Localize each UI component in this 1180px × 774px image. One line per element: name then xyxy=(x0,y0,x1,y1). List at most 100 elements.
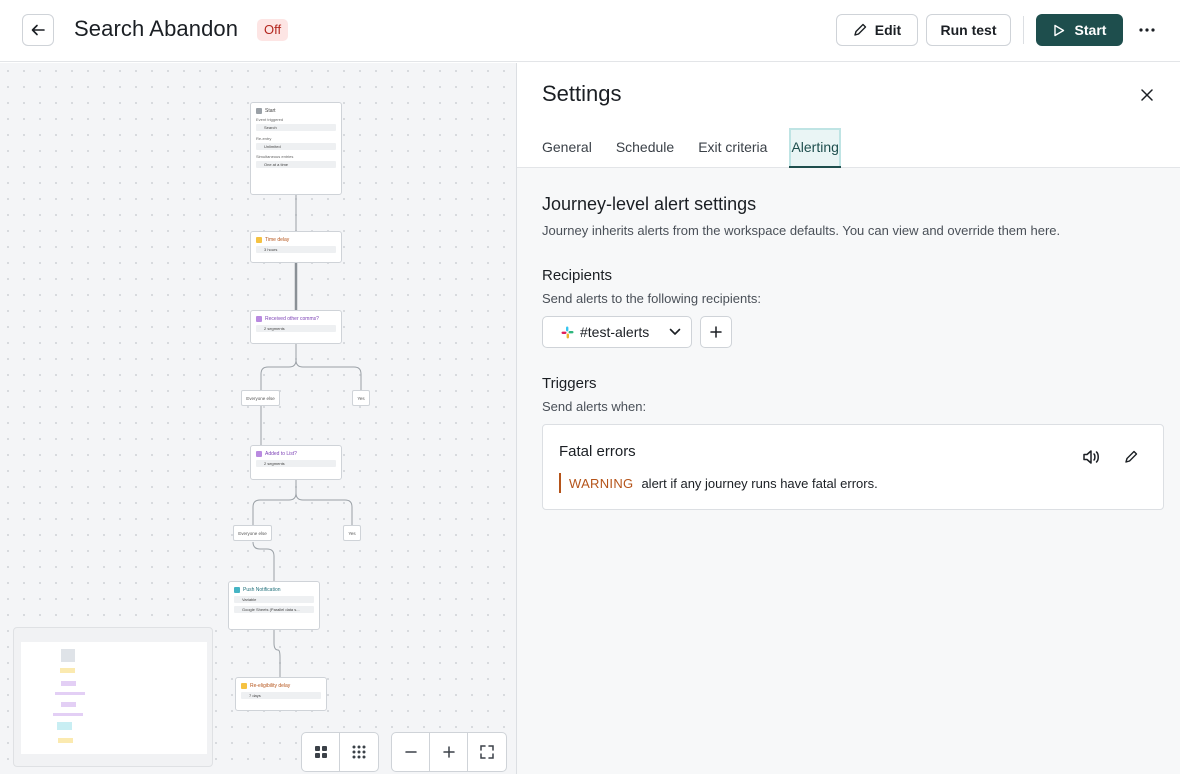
fit-view-button[interactable] xyxy=(468,733,506,771)
zoom-in-button[interactable] xyxy=(430,733,468,771)
reeligibility-node[interactable]: Re-eligibility delay 7 days xyxy=(235,677,327,711)
minimap-block xyxy=(57,722,72,730)
journey-canvas[interactable]: Start Event triggered Search Re-entry Un… xyxy=(0,63,516,774)
simul-value: One at a time xyxy=(256,161,336,168)
recipients-desc: Send alerts to the following recipients: xyxy=(542,291,761,306)
received-comms-node[interactable]: Received other comms? 2 segments xyxy=(250,310,342,344)
run-test-button[interactable]: Run test xyxy=(926,14,1011,46)
reentry-label: Re-entry xyxy=(256,136,272,141)
tab-exit-criteria[interactable]: Exit criteria xyxy=(698,128,767,168)
reentry-value: Unlimited xyxy=(256,143,336,150)
back-button[interactable] xyxy=(22,14,54,46)
start-icon xyxy=(256,108,262,114)
pencil-icon xyxy=(854,23,866,36)
tab-schedule[interactable]: Schedule xyxy=(616,128,674,168)
plus-icon xyxy=(442,746,455,758)
edit-button[interactable]: Edit xyxy=(836,14,918,46)
arrow-left-icon xyxy=(31,24,45,36)
reelig-title: Re-eligibility delay xyxy=(250,683,291,689)
dots-grid-icon xyxy=(352,745,366,759)
branch-yes-2[interactable]: Yes xyxy=(343,525,361,541)
trigger-text: alert if any journey runs have fatal err… xyxy=(641,475,878,491)
push-icon xyxy=(234,587,240,593)
notification-sound-button[interactable] xyxy=(1081,447,1101,467)
start-node[interactable]: Start Event triggered Search Re-entry Un… xyxy=(250,102,342,195)
received-value: 2 segments xyxy=(256,325,336,332)
page-title: Search Abandon xyxy=(74,16,239,41)
push-title: Push Notification xyxy=(243,587,281,593)
zoom-out-button[interactable] xyxy=(392,733,430,771)
alert-settings-desc: Journey inherits alerts from the workspa… xyxy=(542,223,1061,238)
triggers-title: Triggers xyxy=(542,375,597,392)
time-delay-node[interactable]: Time delay 3 hours xyxy=(250,231,342,263)
tab-alerting[interactable]: Alerting xyxy=(789,128,842,168)
start-node-title: Start xyxy=(265,108,276,114)
recipient-select[interactable]: #test-alerts xyxy=(542,316,692,348)
received-title: Received other comms? xyxy=(265,316,319,322)
clock-icon xyxy=(241,683,247,689)
close-icon xyxy=(1141,89,1153,101)
time-delay-title: Time delay xyxy=(265,237,290,243)
added-list-value: 2 segments xyxy=(256,460,336,467)
branch-everyone-else-1[interactable]: Everyone else xyxy=(241,390,280,406)
alert-settings-title: Journey-level alert settings xyxy=(542,194,757,214)
header-divider xyxy=(1023,16,1024,44)
reelig-value: 7 days xyxy=(241,692,321,699)
more-horizontal-icon xyxy=(1139,28,1155,32)
added-list-title: Added to List? xyxy=(265,451,297,457)
simul-label: Simultaneous entries xyxy=(256,154,294,159)
edit-trigger-button[interactable] xyxy=(1121,447,1141,467)
volume-icon xyxy=(1083,450,1099,464)
fullscreen-icon xyxy=(480,745,494,759)
branch-yes-1[interactable]: Yes xyxy=(352,390,370,406)
play-icon xyxy=(1053,24,1064,36)
grid-view-button[interactable] xyxy=(302,733,340,771)
minimap-block xyxy=(61,681,76,686)
minimap-viewport xyxy=(21,642,207,754)
trigger-title: Fatal errors xyxy=(559,443,636,460)
minimap-block xyxy=(58,738,73,743)
minimap[interactable] xyxy=(13,627,213,767)
push-line2: Google Sheets (Parallel data s... xyxy=(234,606,314,613)
settings-title: Settings xyxy=(542,81,622,106)
status-badge: Off xyxy=(257,19,289,41)
zoom-controls xyxy=(391,732,507,772)
layout-controls xyxy=(301,732,379,772)
minus-icon xyxy=(404,751,417,753)
triggers-desc: Send alerts when: xyxy=(542,399,647,414)
branch-icon xyxy=(256,451,262,457)
close-settings-button[interactable] xyxy=(1137,85,1157,105)
settings-header: Settings General Schedule Exit criteria … xyxy=(517,63,1180,168)
warning-bar xyxy=(559,473,561,493)
dots-view-button[interactable] xyxy=(340,733,378,771)
edit-icon xyxy=(1125,450,1138,463)
branch-icon xyxy=(256,316,262,322)
plus-icon xyxy=(710,326,722,338)
added-to-list-node[interactable]: Added to List? 2 segments xyxy=(250,445,342,480)
push-notification-node[interactable]: Push Notification Variable Google Sheets… xyxy=(228,581,320,630)
slack-icon xyxy=(561,326,574,338)
recipients-title: Recipients xyxy=(542,267,613,284)
warning-level: WARNING xyxy=(569,475,634,491)
trigger-card-fatal-errors: Fatal errors WARNING alert if any journe… xyxy=(542,424,1164,510)
start-label: Start xyxy=(1074,22,1107,38)
trigger-description: WARNING alert if any journey runs have f… xyxy=(559,473,878,493)
minimap-block xyxy=(60,668,75,673)
settings-tabs: General Schedule Exit criteria Alerting xyxy=(542,128,842,168)
branch-everyone-else-2[interactable]: Everyone else xyxy=(233,525,272,541)
tab-general[interactable]: General xyxy=(542,128,592,168)
run-test-label: Run test xyxy=(940,22,997,38)
edit-label: Edit xyxy=(874,22,902,38)
settings-panel: Settings General Schedule Exit criteria … xyxy=(516,63,1180,774)
minimap-block xyxy=(61,649,75,662)
minimap-block xyxy=(55,692,85,695)
event-label: Event triggered xyxy=(256,117,284,122)
push-line1: Variable xyxy=(234,596,314,603)
recipient-value: #test-alerts xyxy=(580,324,650,340)
clock-icon xyxy=(256,237,262,243)
add-recipient-button[interactable] xyxy=(700,316,732,348)
start-button[interactable]: Start xyxy=(1036,14,1123,46)
time-delay-value: 3 hours xyxy=(256,246,336,253)
chevron-down-icon xyxy=(669,328,681,335)
more-options-button[interactable] xyxy=(1134,18,1160,42)
